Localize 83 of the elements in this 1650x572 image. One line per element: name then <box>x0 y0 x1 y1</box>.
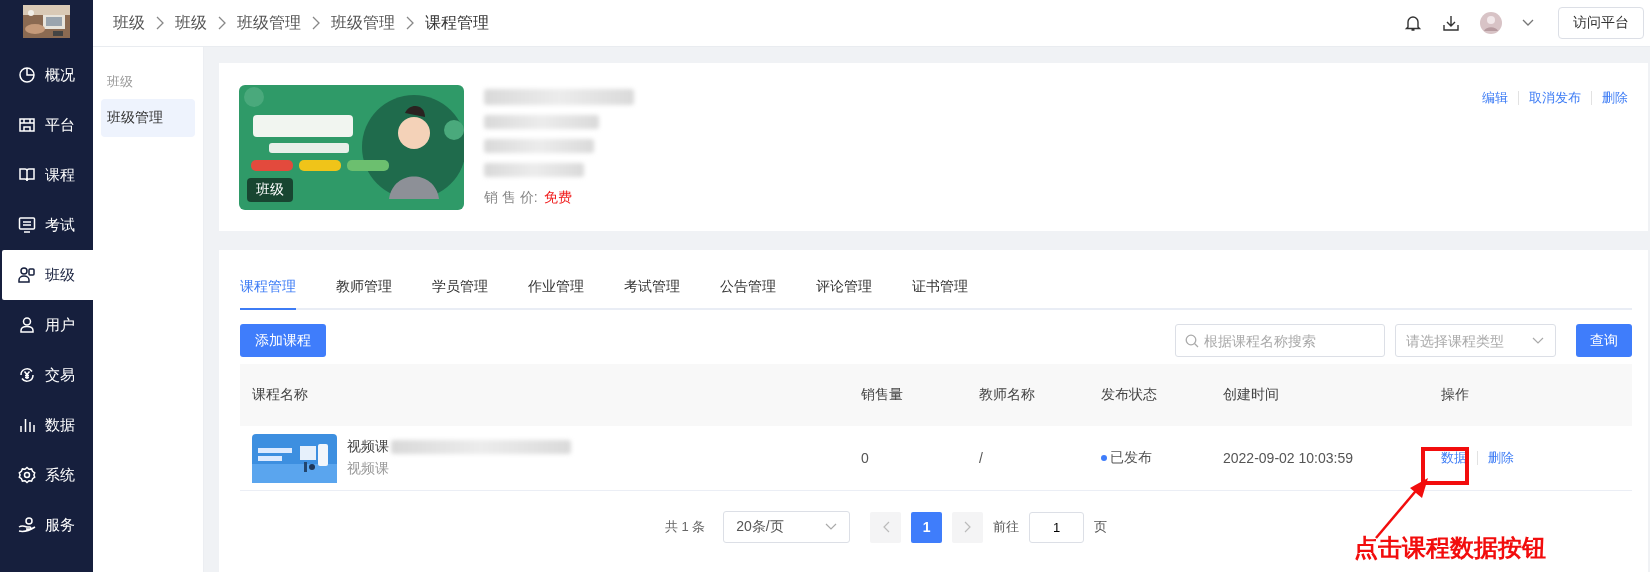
avatar <box>1480 12 1502 34</box>
bell-icon <box>1404 14 1422 32</box>
column-header: 销售量 <box>861 386 904 404</box>
search-field[interactable]: 根据课程名称搜索 <box>1175 324 1385 357</box>
group-label: 班级 <box>106 73 134 91</box>
tab[interactable]: 教师管理 <box>336 278 392 310</box>
course-type: 视频课 <box>347 460 390 478</box>
total-count: 共 1 条 <box>664 518 706 536</box>
sidebar-item[interactable]: 系统 <box>2 450 93 500</box>
prev-page-button[interactable] <box>870 511 902 543</box>
page-button[interactable]: 1 <box>911 511 943 543</box>
chevron-right-icon <box>217 16 227 30</box>
tab[interactable]: 证书管理 <box>912 278 968 310</box>
bar-chart-icon <box>18 416 36 434</box>
yen-cycle-icon <box>18 366 36 384</box>
sidebar-item[interactable]: 班级 <box>2 250 93 300</box>
chevron-right-icon <box>405 16 415 30</box>
chevron-right-icon <box>155 16 165 30</box>
sidebar-item[interactable]: 概况 <box>2 50 93 100</box>
status-text: 已发布 <box>1110 449 1152 467</box>
table-cell-text: 2022-09-02 10:03:59 <box>1223 450 1354 466</box>
search-icon <box>1185 333 1199 348</box>
tab[interactable]: 公告管理 <box>720 278 776 310</box>
breadcrumb-item[interactable]: 班级 <box>113 12 145 34</box>
visit-platform-button[interactable]: 访问平台 <box>1558 7 1644 39</box>
chevron-right-icon <box>963 521 972 533</box>
category-badge: 班级 <box>247 178 293 202</box>
column-header: 课程名称 <box>252 386 309 404</box>
tab[interactable]: 考试管理 <box>624 278 680 310</box>
chevron-down-icon <box>1532 336 1544 345</box>
breadcrumb-item[interactable]: 班级管理 <box>331 12 395 34</box>
sidebar-item[interactable]: 服务 <box>2 500 93 550</box>
breadcrumb-item[interactable]: 班级管理 <box>237 12 301 34</box>
hand-coin-icon <box>18 516 36 534</box>
settings-icon <box>18 466 36 484</box>
tab[interactable]: 评论管理 <box>816 278 872 310</box>
user-icon <box>18 316 36 334</box>
sidebar-item[interactable]: 考试 <box>2 200 93 250</box>
annotation-text: 点击课程数据按钮 <box>1354 534 1546 563</box>
tab[interactable]: 学员管理 <box>432 278 488 310</box>
download-icon <box>1442 14 1460 32</box>
people-icon <box>18 266 36 284</box>
status-dot <box>1101 455 1107 461</box>
book-icon <box>18 166 36 184</box>
breadcrumb-item: 课程管理 <box>425 12 489 33</box>
page-input[interactable]: 1 <box>1029 511 1085 543</box>
action-link[interactable]: 编辑 <box>1482 89 1508 107</box>
action-link[interactable]: 取消发布 <box>1529 89 1581 107</box>
chevron-down-icon <box>825 523 838 531</box>
table-cell-text: / <box>979 450 984 466</box>
sidebar-item[interactable]: 数据 <box>2 400 93 450</box>
column-header: 教师名称 <box>979 386 1036 404</box>
sidebar-item[interactable]: 交易 <box>2 350 93 400</box>
column-header: 操作 <box>1441 386 1470 404</box>
pie-chart-icon <box>18 66 36 84</box>
subnav-item[interactable]: 班级管理 <box>101 99 195 137</box>
course-name: 视频课 <box>347 438 389 456</box>
chevron-left-icon <box>881 521 890 533</box>
monitor-icon <box>18 216 36 234</box>
query-button[interactable]: 查询 <box>1576 324 1632 357</box>
table-cell-text: 0 <box>861 450 870 466</box>
course-type-select[interactable]: 请选择课程类型 <box>1395 324 1556 357</box>
page-suffix: 页 <box>1094 518 1108 536</box>
tab[interactable]: 作业管理 <box>528 278 584 310</box>
action-link[interactable]: 删除 <box>1602 89 1628 107</box>
breadcrumb-item[interactable]: 班级 <box>175 12 207 34</box>
action-link[interactable]: 删除 <box>1488 449 1514 467</box>
column-header: 创建时间 <box>1223 386 1280 404</box>
price-value: 免费 <box>543 189 572 207</box>
chevron-right-icon <box>311 16 321 30</box>
next-page-button[interactable] <box>952 511 984 543</box>
price-label: 销 售 价: <box>484 189 538 207</box>
chevron-down-icon <box>1522 19 1534 27</box>
sidebar-item[interactable]: 课程 <box>2 150 93 200</box>
add-course-button[interactable]: 添加课程 <box>240 324 326 357</box>
column-header: 发布状态 <box>1101 386 1158 404</box>
sidebar-item[interactable]: 用户 <box>2 300 93 350</box>
sidebar-item[interactable]: 平台 <box>2 100 93 150</box>
highlight-frame <box>1421 447 1469 485</box>
storefront-icon <box>18 116 36 134</box>
goto-label: 前往 <box>993 518 1020 536</box>
tab[interactable]: 课程管理 <box>240 278 296 310</box>
page-size-select[interactable]: 20条/页 <box>723 511 851 543</box>
